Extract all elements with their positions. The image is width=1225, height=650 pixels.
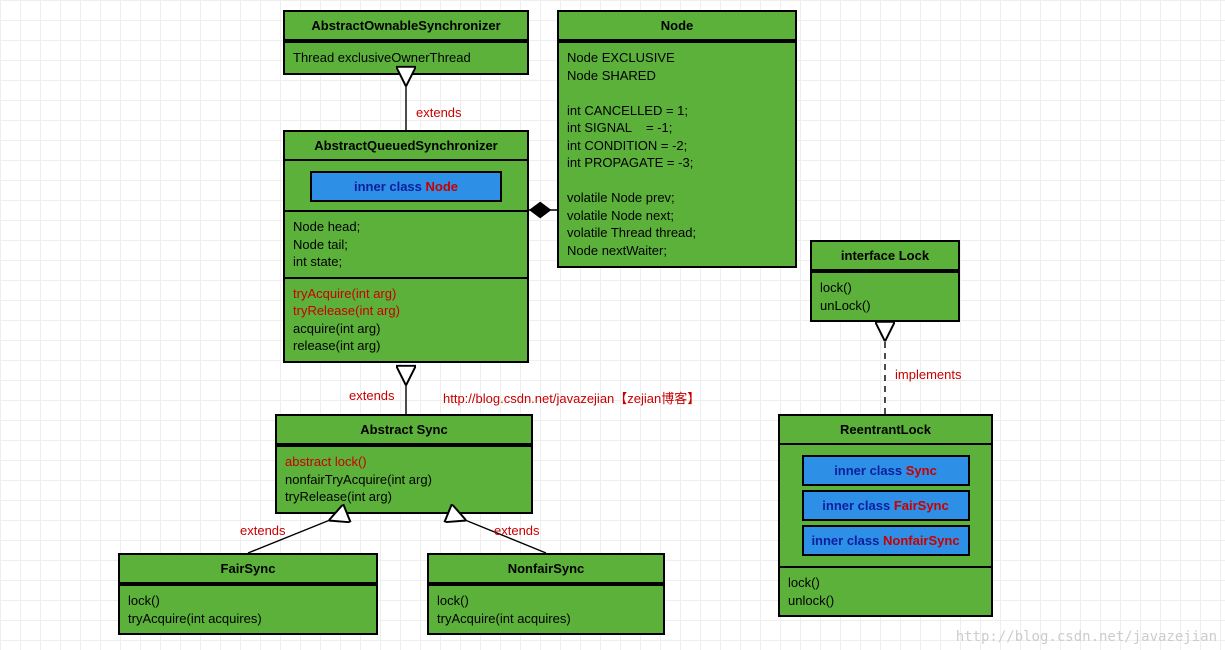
class-fields: Node head; Node tail; int state; <box>285 210 527 277</box>
inner-class-sync: inner class Sync <box>802 455 970 486</box>
class-body: lock() tryAcquire(int acquires) <box>120 584 376 633</box>
class-title: NonfairSync <box>429 555 663 584</box>
class-node: Node Node EXCLUSIVE Node SHARED int CANC… <box>557 10 797 268</box>
class-aos: AbstractOwnableSynchronizer Thread exclu… <box>283 10 529 75</box>
class-title: AbstractQueuedSynchronizer <box>285 132 527 161</box>
class-methods: tryAcquire(int arg) tryRelease(int arg) … <box>285 277 527 361</box>
label-extends: extends <box>416 105 462 120</box>
label-extends: extends <box>240 523 286 538</box>
class-title: Node <box>559 12 795 41</box>
inner-class-nonfairsync: inner class NonfairSync <box>802 525 970 556</box>
class-title: interface Lock <box>812 242 958 271</box>
class-body: Node EXCLUSIVE Node SHARED int CANCELLED… <box>559 41 795 266</box>
label-extends: extends <box>494 523 540 538</box>
inner-class-fairsync: inner class FairSync <box>802 490 970 521</box>
class-nonfairsync: NonfairSync lock() tryAcquire(int acquir… <box>427 553 665 635</box>
class-title: FairSync <box>120 555 376 584</box>
label-extends: extends <box>349 388 395 403</box>
class-reentrantlock: ReentrantLock inner class Sync inner cla… <box>778 414 993 617</box>
class-methods: abstract lock() nonfairTryAcquire(int ar… <box>277 445 531 512</box>
class-fairsync: FairSync lock() tryAcquire(int acquires) <box>118 553 378 635</box>
class-body: lock() tryAcquire(int acquires) <box>429 584 663 633</box>
label-implements: implements <box>895 367 961 382</box>
class-methods: lock() unlock() <box>780 566 991 615</box>
watermark: http://blog.csdn.net/javazejian <box>956 629 1217 645</box>
interface-lock: interface Lock lock() unLock() <box>810 240 960 322</box>
class-aqs: AbstractQueuedSynchronizer inner class N… <box>283 130 529 363</box>
class-title: ReentrantLock <box>780 416 991 445</box>
credit-text: http://blog.csdn.net/javazejian【zejian博客… <box>443 388 700 407</box>
class-title: Abstract Sync <box>277 416 531 445</box>
inner-class-area: inner class Sync inner class FairSync in… <box>780 445 991 566</box>
class-abstract-sync: Abstract Sync abstract lock() nonfairTry… <box>275 414 533 514</box>
class-title: AbstractOwnableSynchronizer <box>285 12 527 41</box>
inner-class-node: inner class Node <box>310 171 503 202</box>
inner-class-area: inner class Node <box>285 161 527 210</box>
class-fields: Thread exclusiveOwnerThread <box>285 41 527 73</box>
class-body: lock() unLock() <box>812 271 958 320</box>
